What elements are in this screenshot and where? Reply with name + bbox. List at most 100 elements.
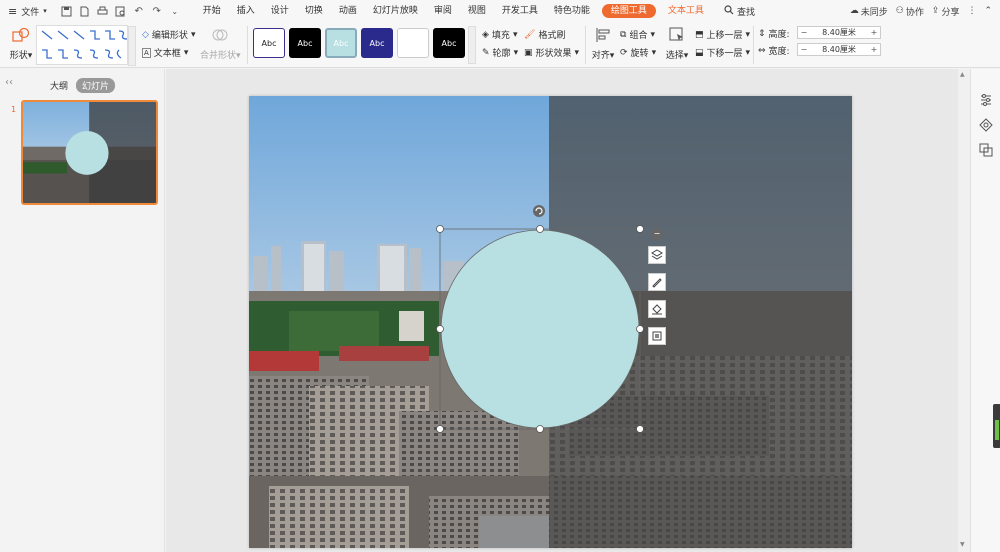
file-menu-button[interactable]: ≡ 文件 ▾ [0,0,55,22]
rail-handle[interactable] [993,404,1000,448]
bring-forward-icon: ⬒ [695,29,704,40]
textbox-button[interactable]: A 文本框 ▾ [142,46,188,59]
ribbon-separator [585,26,586,64]
outline-button[interactable]: ✎ 轮廓 ▾ [482,46,518,60]
format-painter-button[interactable]: 🖌 格式刷 [524,28,565,42]
search-button[interactable]: 查找 [724,4,755,18]
tab-slides[interactable]: 幻灯片 [76,78,116,93]
tab-drawing-tools[interactable]: 绘图工具 [601,4,656,18]
bring-forward-button[interactable]: ⬒ 上移一层 ▾ [695,28,750,42]
style-gallery-scroll[interactable] [468,26,476,64]
shape-style-1[interactable]: Abc [253,28,285,58]
align-button[interactable]: 对齐▾ [590,27,616,61]
shape-effect-button[interactable]: ▣ 形状效果 ▾ [524,46,579,60]
minus-icon: − [653,229,661,238]
width-decrease-button[interactable]: − [798,45,810,54]
collaborate-label: 协作 [905,7,924,18]
shape-button[interactable]: 形状▾ [8,27,34,61]
merge-shape-icon [212,29,228,41]
customize-toolbar-icon[interactable]: ⌄ [169,5,181,17]
menu-bar: ≡ 文件 ▾ ↶ ↷ ⌄ 开始 插入 设计 切换 动画 幻灯片放映 审阅 视图 … [0,0,1000,22]
tab-outline[interactable]: 大纲 [50,79,68,92]
tab-design[interactable]: 设计 [263,0,297,22]
quick-access-toolbar: ↶ ↷ ⌄ [55,0,187,22]
selected-circle-shape[interactable] [249,96,852,548]
collapse-float-toolbar-button[interactable]: − [651,228,663,240]
shape-pane-icon[interactable] [979,143,993,157]
group-button[interactable]: ⧉ 组合 ▾ [620,28,655,42]
print-icon[interactable] [97,5,109,17]
tab-view[interactable]: 视图 [460,0,494,22]
width-input[interactable]: − 8.40厘米 + [797,43,881,56]
send-backward-icon: ⬓ [695,47,704,58]
layer-button[interactable] [648,246,666,264]
slide-thumbnail-pane: ‹‹ 大纲 幻灯片 1 [0,69,165,552]
search-label: 查找 [736,7,755,18]
redo-icon[interactable]: ↷ [151,5,163,17]
tab-transitions[interactable]: 切换 [297,0,331,22]
scroll-up-icon[interactable]: ▲ [960,71,965,78]
textbox-label: 文本框 [153,49,181,59]
share-button[interactable]: ⇪ 分享 [932,5,960,18]
shape-style-3[interactable]: Abc [325,28,357,58]
shape-effect-label: 形状效果 [535,49,572,59]
send-backward-button[interactable]: ⬓ 下移一层 ▾ [695,46,750,60]
width-icon: ⇔ [758,45,766,56]
undo-icon[interactable]: ↶ [133,5,145,17]
crop-quick-button[interactable] [648,327,666,345]
edit-shape-button[interactable]: ◇ 编辑形状 ▾ [142,28,195,42]
hamburger-icon: ≡ [8,4,18,18]
shape-gallery[interactable] [36,25,128,65]
slide-thumbnail-image [23,102,156,203]
more-menu-icon[interactable]: ⋮ [967,6,976,16]
export-pdf-icon[interactable] [79,5,91,17]
height-input[interactable]: − 8.40厘米 + [797,26,881,39]
bring-forward-label: 上移一层 [706,31,743,41]
shape-style-5[interactable] [397,28,429,58]
right-task-pane-rail [970,69,1000,552]
vertical-scrollbar[interactable]: ▲ ▼ [958,69,970,552]
edit-shape-label: 编辑形状 [151,31,188,41]
tab-review[interactable]: 审阅 [426,0,460,22]
shape-style-4[interactable]: Abc [361,28,393,58]
slide-thumbnail[interactable] [21,100,158,205]
align-label: 对齐 [591,51,610,61]
tab-features[interactable]: 特色功能 [546,0,598,22]
height-decrease-button[interactable]: − [798,28,810,37]
slide[interactable]: − [249,96,852,548]
height-increase-button[interactable]: + [868,28,880,37]
shape-gallery-scroll[interactable] [128,26,136,66]
tab-developer[interactable]: 开发工具 [494,0,546,22]
collapse-ribbon-icon[interactable]: ⌃ [984,6,992,16]
share-label: 分享 [941,7,960,18]
fill-label: 填充 [491,31,510,41]
fill-button[interactable]: ◈ 填充 ▾ [482,28,517,42]
width-increase-button[interactable]: + [868,45,880,54]
scroll-down-icon[interactable]: ▼ [960,541,965,548]
file-menu-label: 文件 [21,7,40,18]
merge-shape-button[interactable]: 合并形状▾ [200,27,241,61]
edit-shape-icon: ◇ [142,29,149,40]
fill-quick-button[interactable] [648,300,666,318]
tab-text-tools[interactable]: 文本工具 [660,0,712,22]
save-icon[interactable] [61,5,73,17]
collapse-pane-icon[interactable]: ‹‹ [5,77,13,88]
collaborate-button[interactable]: ⚇ 协作 [896,5,924,18]
tab-insert[interactable]: 插入 [229,0,263,22]
tab-slideshow[interactable]: 幻灯片放映 [365,0,426,22]
rotate-button[interactable]: ⟳ 旋转 ▾ [620,46,656,60]
style-pane-icon[interactable] [979,118,993,132]
select-button[interactable]: 选择▾ [664,27,690,61]
print-preview-icon[interactable] [115,5,127,17]
sync-status-button[interactable]: ☁ 未同步 [850,5,888,18]
share-icon: ⇪ [931,6,940,16]
ribbon-tabs: 开始 插入 设计 切换 动画 幻灯片放映 审阅 视图 开发工具 特色功能 绘图工… [195,0,712,22]
shape-style-6[interactable]: Abc [433,28,465,58]
property-settings-icon[interactable] [979,93,993,107]
tab-home[interactable]: 开始 [195,0,229,22]
chevron-down-icon: ▾ [43,7,47,15]
outline-quick-button[interactable] [648,273,666,291]
shape-style-2[interactable]: Abc [289,28,321,58]
tab-animations[interactable]: 动画 [331,0,365,22]
pen-icon [652,278,662,288]
